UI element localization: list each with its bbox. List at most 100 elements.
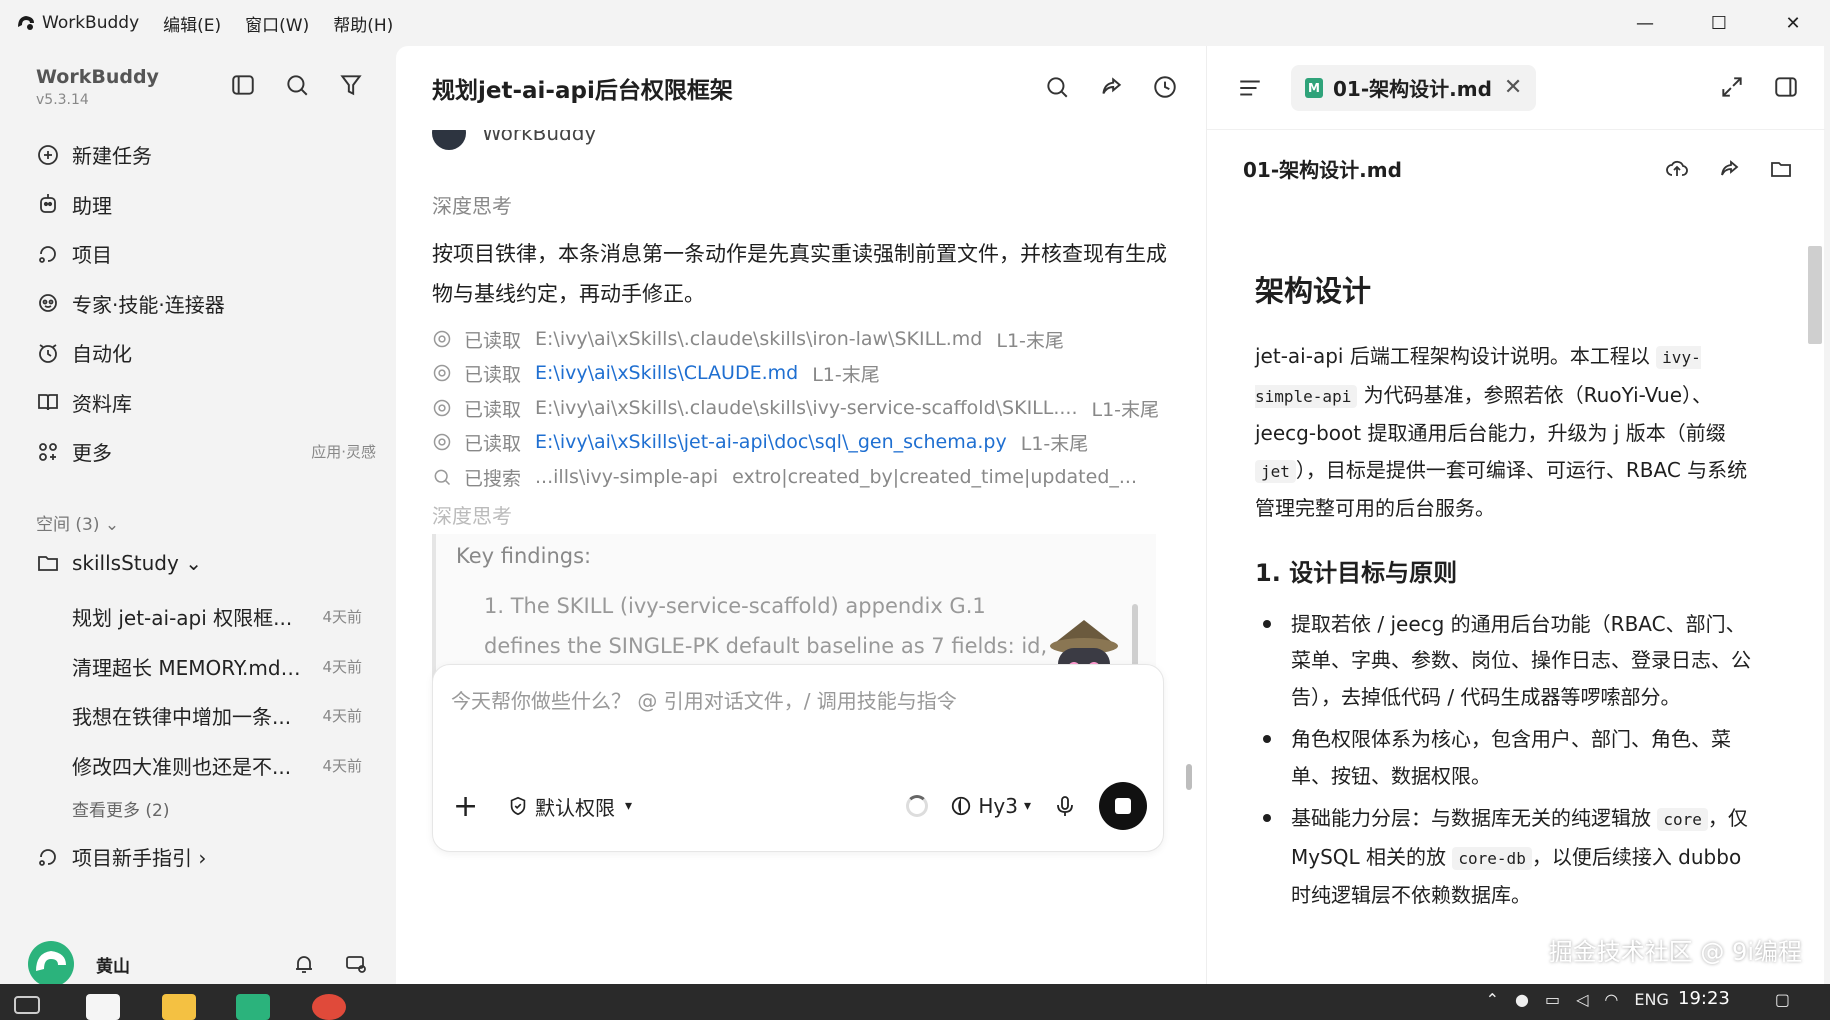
chrome-icon[interactable] bbox=[312, 994, 346, 1020]
sidebar-item-project[interactable]: 项目 bbox=[36, 229, 376, 279]
tool-step[interactable]: 已读取 E:\ivy\ai\xSkills\CLAUDE.md L1-末尾 bbox=[432, 358, 1172, 388]
doc-scrollbar[interactable] bbox=[1808, 200, 1824, 986]
share-icon[interactable] bbox=[1717, 157, 1741, 181]
wifi-icon[interactable]: ◠ bbox=[1604, 990, 1618, 1009]
sidebar-item-assistant[interactable]: 助理 bbox=[36, 180, 376, 230]
expand-icon[interactable] bbox=[1719, 74, 1745, 100]
sidebar-item-label: 专家·技能·连接器 bbox=[72, 292, 225, 317]
text-app-icon[interactable] bbox=[86, 994, 120, 1020]
upload-icon[interactable] bbox=[1665, 157, 1689, 181]
brand-version: v5.3.14 bbox=[36, 92, 89, 108]
menu-window[interactable]: 窗口(W) bbox=[245, 11, 309, 36]
chevron-down-icon: ▾ bbox=[1023, 798, 1031, 814]
minimize-button[interactable]: — bbox=[1608, 0, 1682, 46]
user-row: 黄山 bbox=[28, 941, 368, 987]
add-attachment-button[interactable]: + bbox=[453, 789, 483, 824]
model-label: Hy3 bbox=[978, 794, 1018, 818]
see-more-link[interactable]: 查看更多 (2) bbox=[72, 796, 169, 821]
clock[interactable]: 19:23 bbox=[1678, 988, 1730, 1009]
permission-label: 默认权限 bbox=[535, 795, 615, 820]
eye-icon bbox=[433, 364, 451, 382]
task-item[interactable]: 修改四大准则也还是不... 4天前 bbox=[72, 741, 362, 791]
sidebar-item-label: 新建任务 bbox=[72, 144, 152, 169]
sidebar-item-label: 资料库 bbox=[72, 391, 132, 416]
task-view-icon[interactable] bbox=[14, 996, 40, 1014]
deep-think-toggle-2[interactable]: 深度思考 bbox=[432, 500, 512, 529]
maximize-button[interactable]: ☐ bbox=[1682, 0, 1756, 46]
sidebar-item-label: 助理 bbox=[72, 193, 112, 218]
avatar[interactable] bbox=[28, 941, 74, 987]
menu-edit[interactable]: 编辑(E) bbox=[163, 11, 221, 36]
qq-icon[interactable]: ● bbox=[1515, 990, 1529, 1009]
microphone-icon[interactable] bbox=[1053, 794, 1077, 818]
devices-icon[interactable] bbox=[344, 952, 368, 976]
tool-step[interactable]: 已读取 E:\ivy\ai\xSkills\.claude\skills\iro… bbox=[432, 324, 1172, 354]
task-title: 规划 jet-ai-api 权限框... bbox=[72, 606, 293, 631]
doc-paragraph: jet-ai-api 后端工程架构设计说明。本工程以 ivy-simple-ap… bbox=[1255, 338, 1755, 527]
step-verb: 已搜索 bbox=[464, 467, 522, 490]
stop-button[interactable] bbox=[1099, 782, 1147, 830]
more-icon bbox=[39, 442, 57, 461]
sidebar-item-expert[interactable]: 专家·技能·连接器 bbox=[36, 279, 376, 329]
search-icon[interactable] bbox=[1044, 74, 1070, 100]
findings-title: Key findings: bbox=[456, 544, 592, 568]
sidebar-item-library[interactable]: 资料库 bbox=[36, 378, 376, 428]
step-path-link[interactable]: E:\ivy\ai\xSkills\CLAUDE.md bbox=[535, 362, 798, 384]
user-actions bbox=[292, 952, 368, 976]
project-icon bbox=[39, 848, 56, 866]
sidebar-item-automation[interactable]: 自动化 bbox=[36, 328, 376, 378]
space-label: skillsStudy ⌄ bbox=[72, 551, 202, 575]
list-item: 角色权限体系为核心，包含用户、部门、角色、菜单、按钮、数据权限。 bbox=[1255, 721, 1755, 794]
workbuddy-taskbar-icon[interactable] bbox=[236, 994, 270, 1020]
task-time: 4天前 bbox=[322, 756, 362, 775]
share-icon[interactable] bbox=[1098, 74, 1124, 100]
scrollbar-thumb[interactable] bbox=[1808, 246, 1822, 344]
agent-header: WorkBuddy bbox=[432, 130, 596, 150]
bell-icon[interactable] bbox=[292, 952, 316, 976]
panel-toggle-icon[interactable] bbox=[1773, 74, 1799, 100]
sidebar-item-more[interactable]: 更多 应用·灵感 bbox=[36, 427, 376, 477]
notification-icon[interactable]: ▢ bbox=[1775, 990, 1790, 1009]
step-path: E:\ivy\ai\xSkills\.claude\skills\iron-la… bbox=[535, 328, 983, 350]
space-skillsstudy[interactable]: skillsStudy ⌄ bbox=[36, 551, 202, 575]
tab-architecture-doc[interactable]: M 01-架构设计.md ✕ bbox=[1291, 64, 1537, 111]
chat-header-actions bbox=[1044, 74, 1178, 100]
folder-icon[interactable] bbox=[1769, 157, 1793, 181]
search-icon[interactable] bbox=[284, 72, 310, 98]
menu-lines-icon[interactable] bbox=[1237, 75, 1263, 101]
panel-toggle-icon[interactable] bbox=[230, 72, 256, 98]
scrollbar-thumb[interactable] bbox=[1186, 764, 1192, 790]
tray-chevron-icon[interactable]: ⌃ bbox=[1486, 990, 1499, 1009]
text-run: 基础能力分层：与数据库无关的纯逻辑放 bbox=[1291, 806, 1658, 830]
sidebar-item-new-task[interactable]: 新建任务 bbox=[36, 130, 376, 180]
eye-icon bbox=[433, 433, 451, 451]
tool-step[interactable]: 已搜索 ...ills\ivy-simple-api extro|created… bbox=[432, 462, 1172, 492]
deep-think-toggle[interactable]: 深度思考 bbox=[432, 190, 512, 219]
inline-code: jet bbox=[1255, 459, 1296, 483]
task-item[interactable]: 清理超长 MEMORY.md ... 4天前 bbox=[72, 642, 362, 692]
close-window-button[interactable]: ✕ bbox=[1756, 0, 1830, 46]
task-item[interactable]: 规划 jet-ai-api 权限框... 4天前 bbox=[72, 592, 362, 642]
filter-icon[interactable] bbox=[338, 72, 364, 98]
space-header[interactable]: 空间 (3) ⌄ bbox=[36, 510, 119, 535]
speaker-icon[interactable]: ◁ bbox=[1576, 990, 1588, 1009]
menu-help[interactable]: 帮助(H) bbox=[333, 11, 393, 36]
model-selector[interactable]: Hy3 ▾ bbox=[950, 794, 1031, 818]
chat-scrollbar[interactable] bbox=[1186, 166, 1192, 806]
close-tab-button[interactable]: ✕ bbox=[1504, 75, 1522, 100]
permission-dropdown[interactable]: 默认权限 ▾ bbox=[507, 792, 632, 821]
sidebar-item-label: 项目 bbox=[72, 243, 112, 268]
project-guide[interactable]: 项目新手指引 › bbox=[36, 842, 206, 871]
tool-step[interactable]: 已读取 E:\ivy\ai\xSkills\jet-ai-api\doc\sql… bbox=[432, 427, 1172, 457]
task-time: 4天前 bbox=[322, 657, 362, 676]
composer-input[interactable]: 今天帮你做些什么？ @ 引用对话文件，/ 调用技能与指令 bbox=[451, 685, 957, 714]
composer-actions: Hy3 ▾ bbox=[906, 782, 1147, 830]
language-indicator[interactable]: ENG bbox=[1634, 990, 1668, 1009]
battery-icon[interactable]: ▭ bbox=[1545, 990, 1560, 1009]
history-icon[interactable] bbox=[1152, 74, 1178, 100]
tool-step[interactable]: 已读取 E:\ivy\ai\xSkills\.claude\skills\ivy… bbox=[432, 393, 1172, 423]
task-item[interactable]: 我想在铁律中增加一条... 4天前 bbox=[72, 691, 362, 741]
step-path-link[interactable]: E:\ivy\ai\xSkills\jet-ai-api\doc\sql\_ge… bbox=[535, 431, 1007, 453]
file-explorer-icon[interactable] bbox=[162, 994, 196, 1020]
folder-icon bbox=[38, 556, 58, 571]
